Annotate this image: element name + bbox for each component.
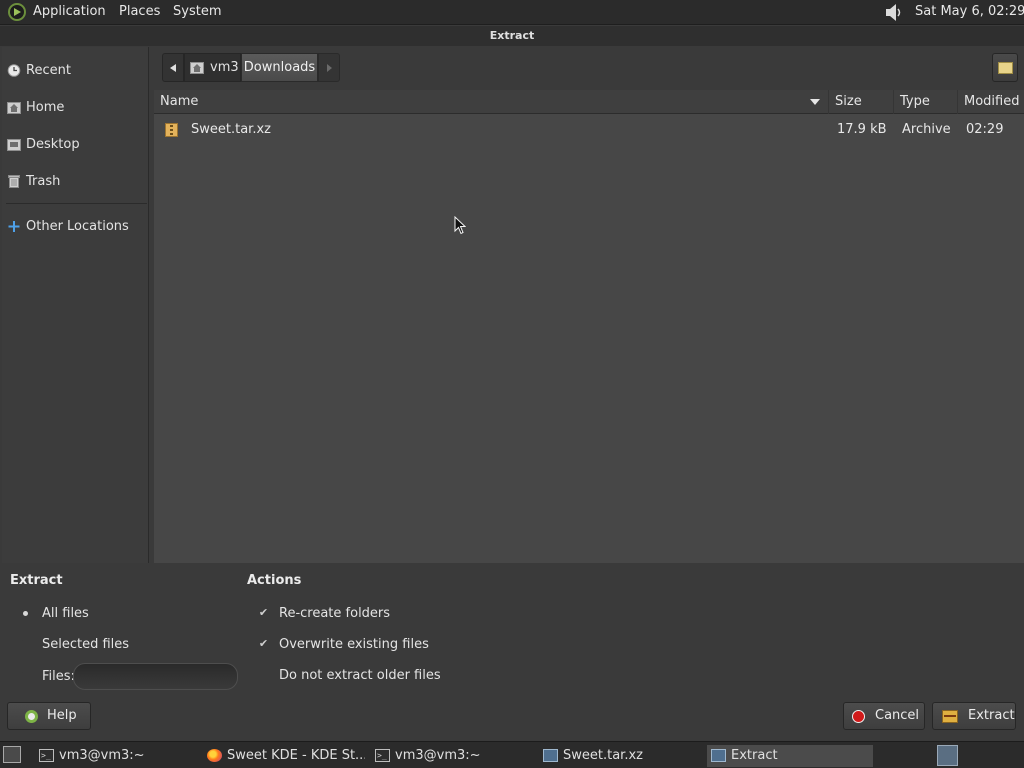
- terminal-icon: [39, 745, 54, 767]
- files-pattern-input[interactable]: [73, 663, 238, 690]
- top-panel: Applications Places System Sat May 6, 02…: [0, 0, 1024, 25]
- taskbar-item-archive[interactable]: Sweet.tar.xz: [539, 745, 701, 767]
- button-label: Help: [47, 708, 77, 723]
- new-folder-icon: [998, 62, 1013, 74]
- archive-manager-icon: [543, 749, 558, 762]
- sidebar-item-trash[interactable]: Trash: [2, 167, 149, 197]
- taskbar-item-label: vm3@vm3:~: [395, 748, 481, 763]
- sidebar-item-other-locations[interactable]: Other Locations: [2, 212, 149, 242]
- mate-logo-icon[interactable]: [8, 3, 26, 21]
- sidebar-item-home[interactable]: Home: [2, 93, 149, 123]
- extract-options-panel: Extract All files Selected files Files: …: [0, 563, 1024, 739]
- taskbar-item-label: Sweet.tar.xz: [563, 748, 643, 763]
- radio-selected-icon: [20, 608, 32, 620]
- path-segment-label: vm3: [210, 60, 239, 75]
- checkbox-label: Re-create folders: [279, 606, 391, 621]
- actions-heading: Actions: [247, 573, 302, 588]
- desktop-folder-icon: [7, 139, 21, 151]
- sidebar-item-label: Trash: [26, 174, 61, 189]
- column-header-row: Name Size Type Modified: [154, 90, 1024, 114]
- taskbar-item-firefox[interactable]: Sweet KDE - KDE St...: [203, 745, 365, 767]
- radio-unselected-icon: [20, 671, 32, 683]
- radio-selected-files[interactable]: Selected files: [18, 634, 129, 656]
- taskbar-item-terminal-2[interactable]: vm3@vm3:~: [371, 745, 531, 767]
- sidebar-item-label: Home: [26, 100, 65, 115]
- clock[interactable]: Sat May 6, 02:29: [915, 0, 1024, 25]
- file-size: 17.9 kB: [837, 122, 887, 137]
- sidebar-separator: [6, 203, 147, 204]
- extract-archive-icon: [942, 710, 958, 723]
- column-header-type[interactable]: Type: [893, 90, 957, 114]
- checkbox-overwrite-existing[interactable]: ✔ Overwrite existing files: [255, 634, 429, 656]
- places-menu[interactable]: Places: [119, 0, 160, 25]
- archive-file-icon: [165, 123, 178, 137]
- checkbox-label: Do not extract older files: [279, 668, 441, 683]
- cancel-stop-icon: [852, 710, 865, 723]
- clock-icon: [7, 64, 21, 77]
- bottom-taskbar: vm3@vm3:~ Sweet KDE - KDE St... vm3@vm3:…: [0, 741, 1024, 768]
- radio-label: All files: [42, 606, 89, 621]
- checkmark-icon: ✔: [257, 606, 270, 620]
- sort-descending-icon[interactable]: [810, 99, 820, 105]
- path-segment-home[interactable]: vm3: [184, 53, 241, 82]
- path-segment-downloads[interactable]: Downloads: [241, 53, 318, 82]
- system-menu[interactable]: System: [173, 0, 221, 25]
- file-row[interactable]: Sweet.tar.xz 17.9 kB Archive 02:29: [154, 117, 1024, 143]
- sidebar-item-label: Desktop: [26, 137, 80, 152]
- sidebar-item-desktop[interactable]: Desktop: [2, 130, 149, 160]
- extract-button[interactable]: Extract: [932, 702, 1016, 730]
- places-sidebar: Recent Home Desktop Trash Other Location…: [2, 47, 149, 563]
- taskbar-item-label: Extract: [731, 748, 778, 763]
- cancel-button[interactable]: Cancel: [843, 702, 925, 730]
- radio-label: Files:: [42, 669, 75, 684]
- home-folder-icon: [7, 102, 21, 114]
- column-header-modified[interactable]: Modified: [957, 90, 1024, 114]
- unchecked-box-icon: [257, 669, 270, 682]
- firefox-icon: [207, 749, 222, 762]
- radio-files-pattern[interactable]: Files:: [18, 666, 75, 688]
- path-forward-button[interactable]: [318, 53, 340, 82]
- terminal-icon: [375, 745, 390, 767]
- radio-all-files[interactable]: All files: [18, 603, 89, 625]
- sidebar-item-recent[interactable]: Recent: [2, 56, 149, 86]
- window-title: Extract: [0, 26, 1024, 46]
- applications-menu[interactable]: Applications: [33, 0, 106, 25]
- checkbox-recreate-folders[interactable]: ✔ Re-create folders: [255, 603, 390, 625]
- path-bar: vm3 Downloads: [154, 47, 1024, 90]
- taskbar-item-label: Sweet KDE - KDE St...: [227, 748, 365, 763]
- home-folder-icon: [190, 62, 204, 74]
- taskbar-item-terminal-1[interactable]: vm3@vm3:~: [35, 745, 195, 767]
- file-list[interactable]: Name Size Type Modified Sweet.tar.xz 17.…: [154, 90, 1024, 563]
- new-folder-button[interactable]: [992, 53, 1018, 82]
- checkbox-label: Overwrite existing files: [279, 637, 429, 652]
- checkbox-do-not-extract-older[interactable]: Do not extract older files: [255, 665, 441, 687]
- column-header-name[interactable]: Name: [154, 90, 828, 114]
- extract-heading: Extract: [10, 573, 63, 588]
- path-back-button[interactable]: [162, 53, 184, 82]
- file-name: Sweet.tar.xz: [191, 122, 271, 137]
- archive-manager-icon: [711, 749, 726, 762]
- file-type: Archive: [902, 122, 951, 137]
- workspace-switcher[interactable]: [937, 745, 958, 766]
- taskbar-item-extract[interactable]: Extract: [707, 745, 873, 767]
- help-button[interactable]: Help: [7, 702, 91, 730]
- plus-icon: [8, 221, 20, 232]
- checkmark-icon: ✔: [257, 637, 270, 651]
- sidebar-item-label: Recent: [26, 63, 71, 78]
- sidebar-item-label: Other Locations: [26, 219, 129, 234]
- mouse-cursor-icon: [454, 216, 466, 235]
- button-label: Cancel: [875, 708, 920, 723]
- trash-icon: [8, 175, 20, 188]
- radio-unselected-icon: [20, 639, 32, 651]
- column-header-size[interactable]: Size: [828, 90, 893, 114]
- taskbar-item-label: vm3@vm3:~: [59, 748, 145, 763]
- show-desktop-icon[interactable]: [3, 746, 21, 763]
- speaker-volume-icon[interactable]: [884, 3, 904, 22]
- file-modified: 02:29: [966, 122, 1004, 137]
- button-label: Extract: [968, 708, 1015, 723]
- radio-label: Selected files: [42, 637, 130, 652]
- help-lifebuoy-icon: [25, 710, 38, 723]
